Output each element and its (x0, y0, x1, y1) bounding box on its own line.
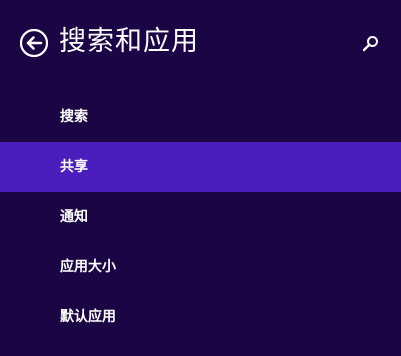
search-button[interactable] (359, 33, 381, 55)
menu-item-search[interactable]: 搜索 (0, 92, 401, 142)
menu-item-app-sizes[interactable]: 应用大小 (0, 242, 401, 292)
menu-item-label: 共享 (60, 159, 88, 175)
search-icon (362, 36, 378, 52)
menu-item-share[interactable]: 共享 (0, 142, 401, 192)
back-arrow-circle-icon (19, 28, 49, 58)
menu-item-label: 应用大小 (60, 259, 116, 275)
settings-menu: 搜索 共享 通知 应用大小 默认应用 (0, 92, 401, 342)
menu-item-label: 通知 (60, 209, 88, 225)
menu-item-label: 搜索 (60, 109, 88, 125)
page-title: 搜索和应用 (59, 26, 199, 57)
menu-item-default-apps[interactable]: 默认应用 (0, 292, 401, 342)
back-button[interactable] (19, 28, 49, 58)
menu-item-label: 默认应用 (60, 309, 116, 325)
settings-header: 搜索和应用 (0, 0, 401, 90)
menu-item-notifications[interactable]: 通知 (0, 192, 401, 242)
